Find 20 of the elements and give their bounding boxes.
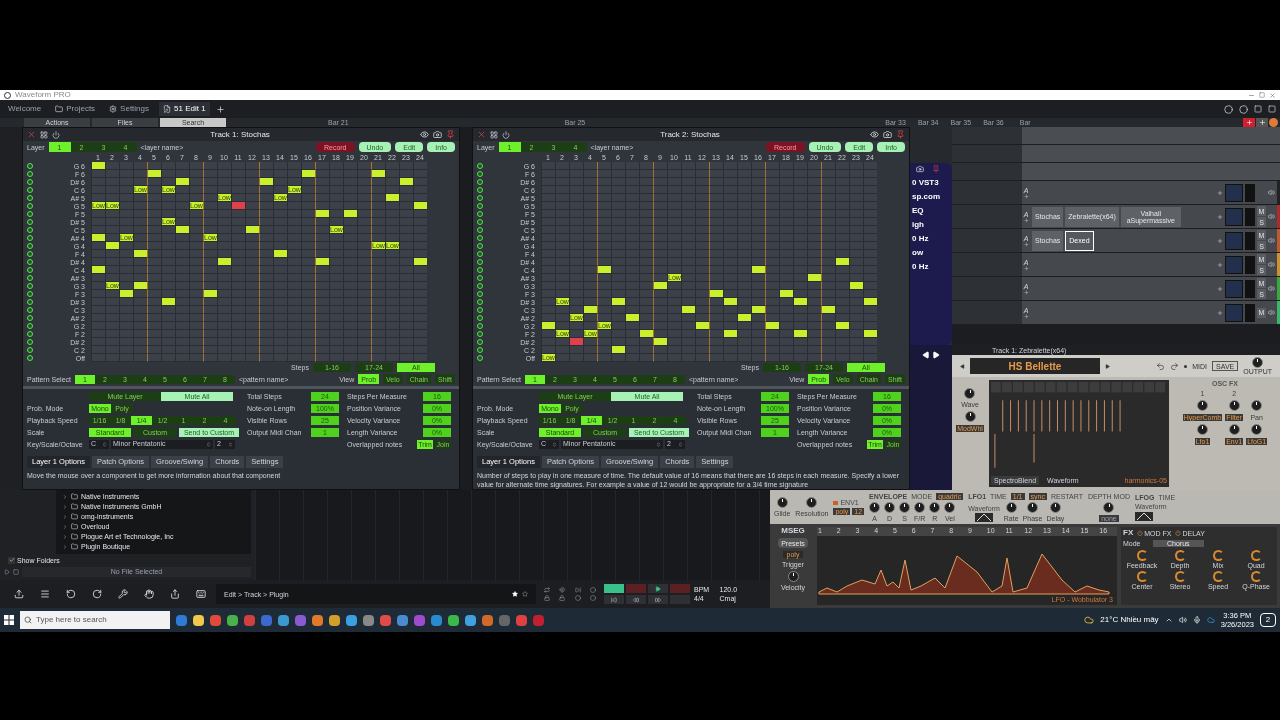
plugin-text: 0 VST3 bbox=[912, 179, 940, 187]
plugin-text: igh bbox=[912, 221, 925, 229]
notification-button[interactable]: 2 bbox=[1260, 613, 1276, 627]
window-title: Track 2: Stochas bbox=[659, 128, 721, 141]
section-title: FX bbox=[1123, 529, 1134, 537]
plugin-text: 0 Hz bbox=[912, 263, 930, 271]
preset-display[interactable]: HS Bellette bbox=[970, 358, 1100, 374]
plugin-text: 0 Hz bbox=[912, 235, 930, 243]
plugin-text: EQ bbox=[912, 207, 925, 215]
app-title: Waveform PRO bbox=[15, 91, 71, 99]
app-tab[interactable]: Settings bbox=[105, 102, 153, 116]
app-tab[interactable]: 51 Edit 1 bbox=[159, 102, 210, 116]
weather-text: 21°C Nhiều mây bbox=[1100, 616, 1159, 624]
section-title: MSEG bbox=[781, 527, 805, 535]
window-title: Track 1: Stochas bbox=[209, 128, 271, 141]
app-tab[interactable]: Welcome bbox=[4, 102, 46, 116]
search-field[interactable]: Type here to search bbox=[20, 611, 170, 629]
plugin-text: sp.com bbox=[912, 193, 941, 201]
plugin-text: ow bbox=[912, 249, 925, 257]
app-tab[interactable]: Projects bbox=[51, 102, 100, 116]
